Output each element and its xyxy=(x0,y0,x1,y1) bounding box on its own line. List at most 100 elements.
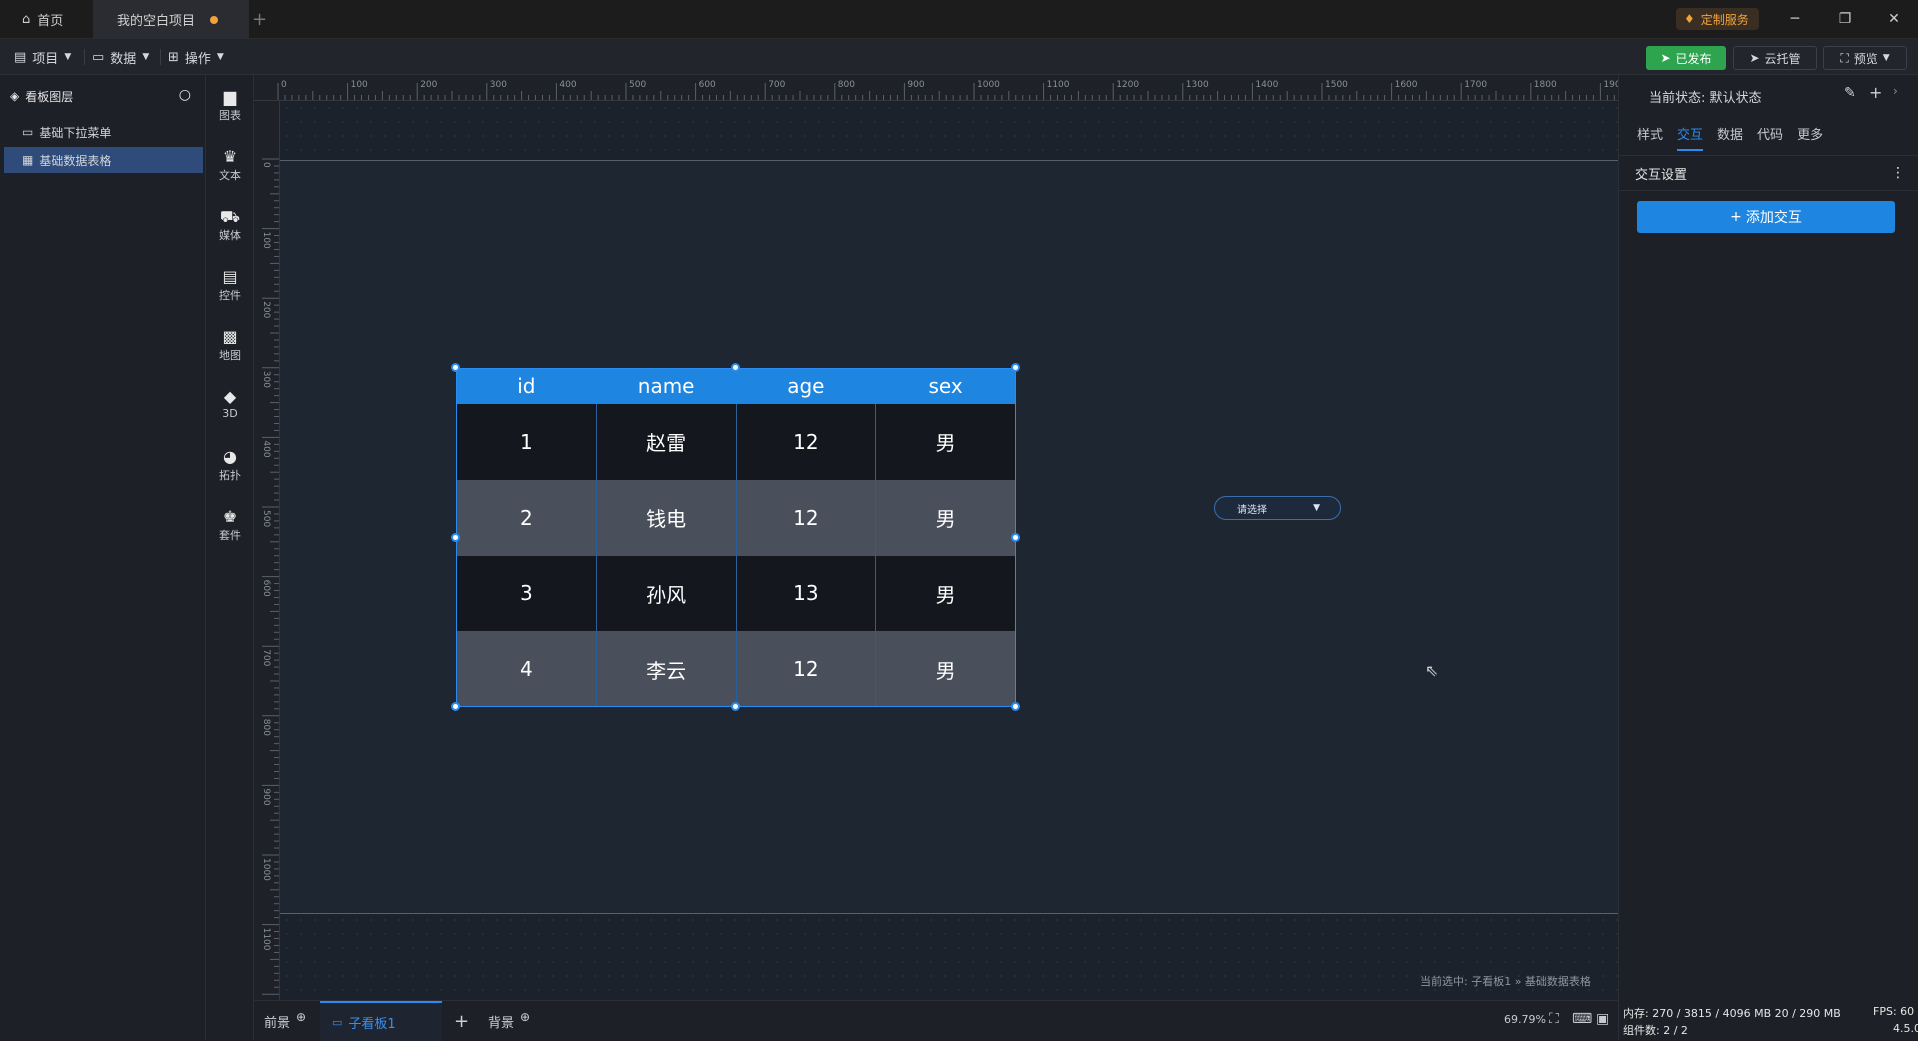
column-header-name: name xyxy=(596,368,736,404)
preview-label: 预览 xyxy=(1853,51,1878,66)
add-circle-icon[interactable]: ⊕ xyxy=(520,1010,530,1024)
interaction-settings-header: 交互设置 ⋮ xyxy=(1619,155,1918,191)
tool-topology-label: 拓扑 xyxy=(219,469,241,482)
data-table[interactable]: id name age sex 1 赵雷 12 男 2 钱电 12 男 3 孙风 xyxy=(456,368,1016,707)
minimize-button[interactable]: ─ xyxy=(1783,8,1807,30)
table-layer-icon: ▦ xyxy=(22,153,34,167)
table-row: 4 李云 12 男 xyxy=(456,631,1016,707)
layer-item-dropdown[interactable]: ▭ 基础下拉菜单 xyxy=(0,119,205,145)
component-toolbar: ▆ 图表 ♛ 文本 ⛟ 媒体 ▤ 控件 ▩ 地图 ◆ 3D ◕ 拓扑 ♚ 套件 xyxy=(206,75,254,1040)
ruler-label: 1900 xyxy=(1603,80,1618,90)
section-title: 交互设置 xyxy=(1635,167,1688,183)
table-cell: 男 xyxy=(875,555,1016,632)
resize-handle-t[interactable] xyxy=(731,363,740,372)
tab-data[interactable]: 数据 xyxy=(1717,124,1743,151)
tool-kit-label: 套件 xyxy=(219,529,241,542)
table-row: 2 钱电 12 男 xyxy=(456,479,1016,556)
preview-button[interactable]: ⛶ 预览 ▼ xyxy=(1823,46,1907,70)
restore-button[interactable]: ❐ xyxy=(1833,8,1857,30)
resize-handle-tl[interactable] xyxy=(451,363,460,372)
ruler-label: 300 xyxy=(490,80,507,90)
menu-data[interactable]: ▭ 数据 ▼ xyxy=(92,39,149,75)
fit-screen-icon[interactable]: ⛶ xyxy=(1549,1011,1559,1027)
tab-foreground[interactable]: 前景 ⊕ xyxy=(264,1001,306,1041)
table-cell: 4 xyxy=(456,631,597,707)
tool-3d[interactable]: ◆ 3D xyxy=(206,387,254,420)
tab-subboard-label: 子看板1 xyxy=(348,1016,396,1032)
ruler-label: 1800 xyxy=(1534,80,1557,90)
current-state: 当前状态: 默认状态 xyxy=(1649,91,1762,106)
ruler-label: 0 xyxy=(281,80,287,90)
edit-icon[interactable]: ✎ xyxy=(1844,85,1856,101)
layer-item-label: 基础下拉菜单 xyxy=(39,125,112,140)
monitor-icon: ▭ xyxy=(332,1015,343,1029)
custom-service-label: 定制服务 xyxy=(1700,12,1749,27)
ruler-label: 200 xyxy=(420,80,437,90)
table-cell: 12 xyxy=(735,404,877,480)
table-cell: 2 xyxy=(456,479,597,556)
tab-subboard[interactable]: ▭ 子看板1 xyxy=(320,1001,442,1041)
custom-service-button[interactable]: ♦ 定制服务 xyxy=(1676,8,1759,30)
shield-icon: ♦ xyxy=(1684,12,1695,26)
resize-handle-b[interactable] xyxy=(731,702,740,711)
tab-interaction[interactable]: 交互 xyxy=(1677,124,1704,151)
new-tab-button[interactable]: + xyxy=(252,0,267,39)
tool-topology[interactable]: ◕ 拓扑 xyxy=(206,447,254,483)
ruler-label: 1500 xyxy=(1325,80,1348,90)
resize-handle-br[interactable] xyxy=(1011,702,1020,711)
tab-code[interactable]: 代码 xyxy=(1757,124,1783,151)
add-circle-icon[interactable]: ⊕ xyxy=(296,1010,306,1024)
menu-project[interactable]: ▤ 项目 ▼ xyxy=(14,39,71,75)
add-interaction-button[interactable]: + 添加交互 xyxy=(1637,201,1895,233)
tab-style[interactable]: 样式 xyxy=(1637,124,1663,151)
tool-media[interactable]: ⛟ 媒体 xyxy=(206,207,254,243)
layer-item-table[interactable]: ▦ 基础数据表格 xyxy=(4,147,203,173)
tool-text[interactable]: ♛ 文本 xyxy=(206,147,254,183)
resize-handle-bl[interactable] xyxy=(451,702,460,711)
menu-project-label: 项目 xyxy=(32,51,59,67)
column-header-age: age xyxy=(736,368,876,404)
tool-chart[interactable]: ▆ 图表 xyxy=(206,87,254,123)
table-row: 1 赵雷 12 男 xyxy=(456,404,1016,480)
more-vertical-icon[interactable]: ⋮ xyxy=(1891,165,1905,181)
cloud-host-button[interactable]: ➤ 云托管 xyxy=(1733,46,1817,70)
chevron-down-icon: ▼ xyxy=(216,52,224,62)
tool-kit[interactable]: ♚ 套件 xyxy=(206,507,254,543)
resize-handle-tr[interactable] xyxy=(1011,363,1020,372)
table-cell: 男 xyxy=(875,404,1016,480)
tab-background[interactable]: 背景 ⊕ xyxy=(488,1001,530,1041)
add-board-button[interactable]: + xyxy=(454,1001,469,1041)
table-cell: 3 xyxy=(456,555,597,632)
column-header-id: id xyxy=(456,368,597,404)
menu-data-label: 数据 xyxy=(110,51,137,67)
ruler-top: 0 100 200 300 400 500 600 700 800 900 1000 1100 1200… xyxy=(254,75,1618,101)
resize-handle-r[interactable] xyxy=(1011,533,1020,542)
keyboard-icon[interactable]: ⌨ xyxy=(1572,1011,1592,1027)
close-button[interactable]: ✕ xyxy=(1882,8,1906,30)
published-button[interactable]: ➤ 已发布 xyxy=(1646,46,1726,70)
send-icon: ➤ xyxy=(1660,51,1671,65)
plus-icon: + xyxy=(1730,209,1742,225)
ruler-label: 100 xyxy=(351,80,368,90)
ruler-label: 500 xyxy=(629,80,646,90)
dropdown-widget[interactable]: 请选择 ▼ xyxy=(1214,496,1341,520)
database-icon: ▭ xyxy=(92,49,105,65)
terminal-icon[interactable]: ▣ xyxy=(1596,1011,1609,1027)
resize-handle-l[interactable] xyxy=(451,533,460,542)
control-icon: ▤ xyxy=(222,267,238,286)
map-icon: ▩ xyxy=(222,327,238,346)
search-icon[interactable]: ○ xyxy=(179,87,191,103)
ruler-label: 100 xyxy=(261,232,271,249)
add-icon[interactable]: + xyxy=(1869,83,1882,102)
tab-home[interactable]: ⌂ 首页 xyxy=(22,0,63,39)
tool-map[interactable]: ▩ 地图 xyxy=(206,327,254,363)
mouse-cursor-icon: ⇖ xyxy=(1425,661,1439,680)
tool-3d-label: 3D xyxy=(222,407,238,420)
tab-more[interactable]: 更多 xyxy=(1797,124,1823,151)
properties-tabs: 样式 交互 数据 代码 更多 xyxy=(1637,124,1823,151)
tool-control[interactable]: ▤ 控件 xyxy=(206,267,254,303)
chevron-right-icon[interactable]: › xyxy=(1893,84,1898,98)
menu-operation[interactable]: ⊞ 操作 ▼ xyxy=(168,39,224,75)
ruler-label: 400 xyxy=(261,440,271,457)
tab-project[interactable]: 我的空白项目 xyxy=(93,0,249,39)
